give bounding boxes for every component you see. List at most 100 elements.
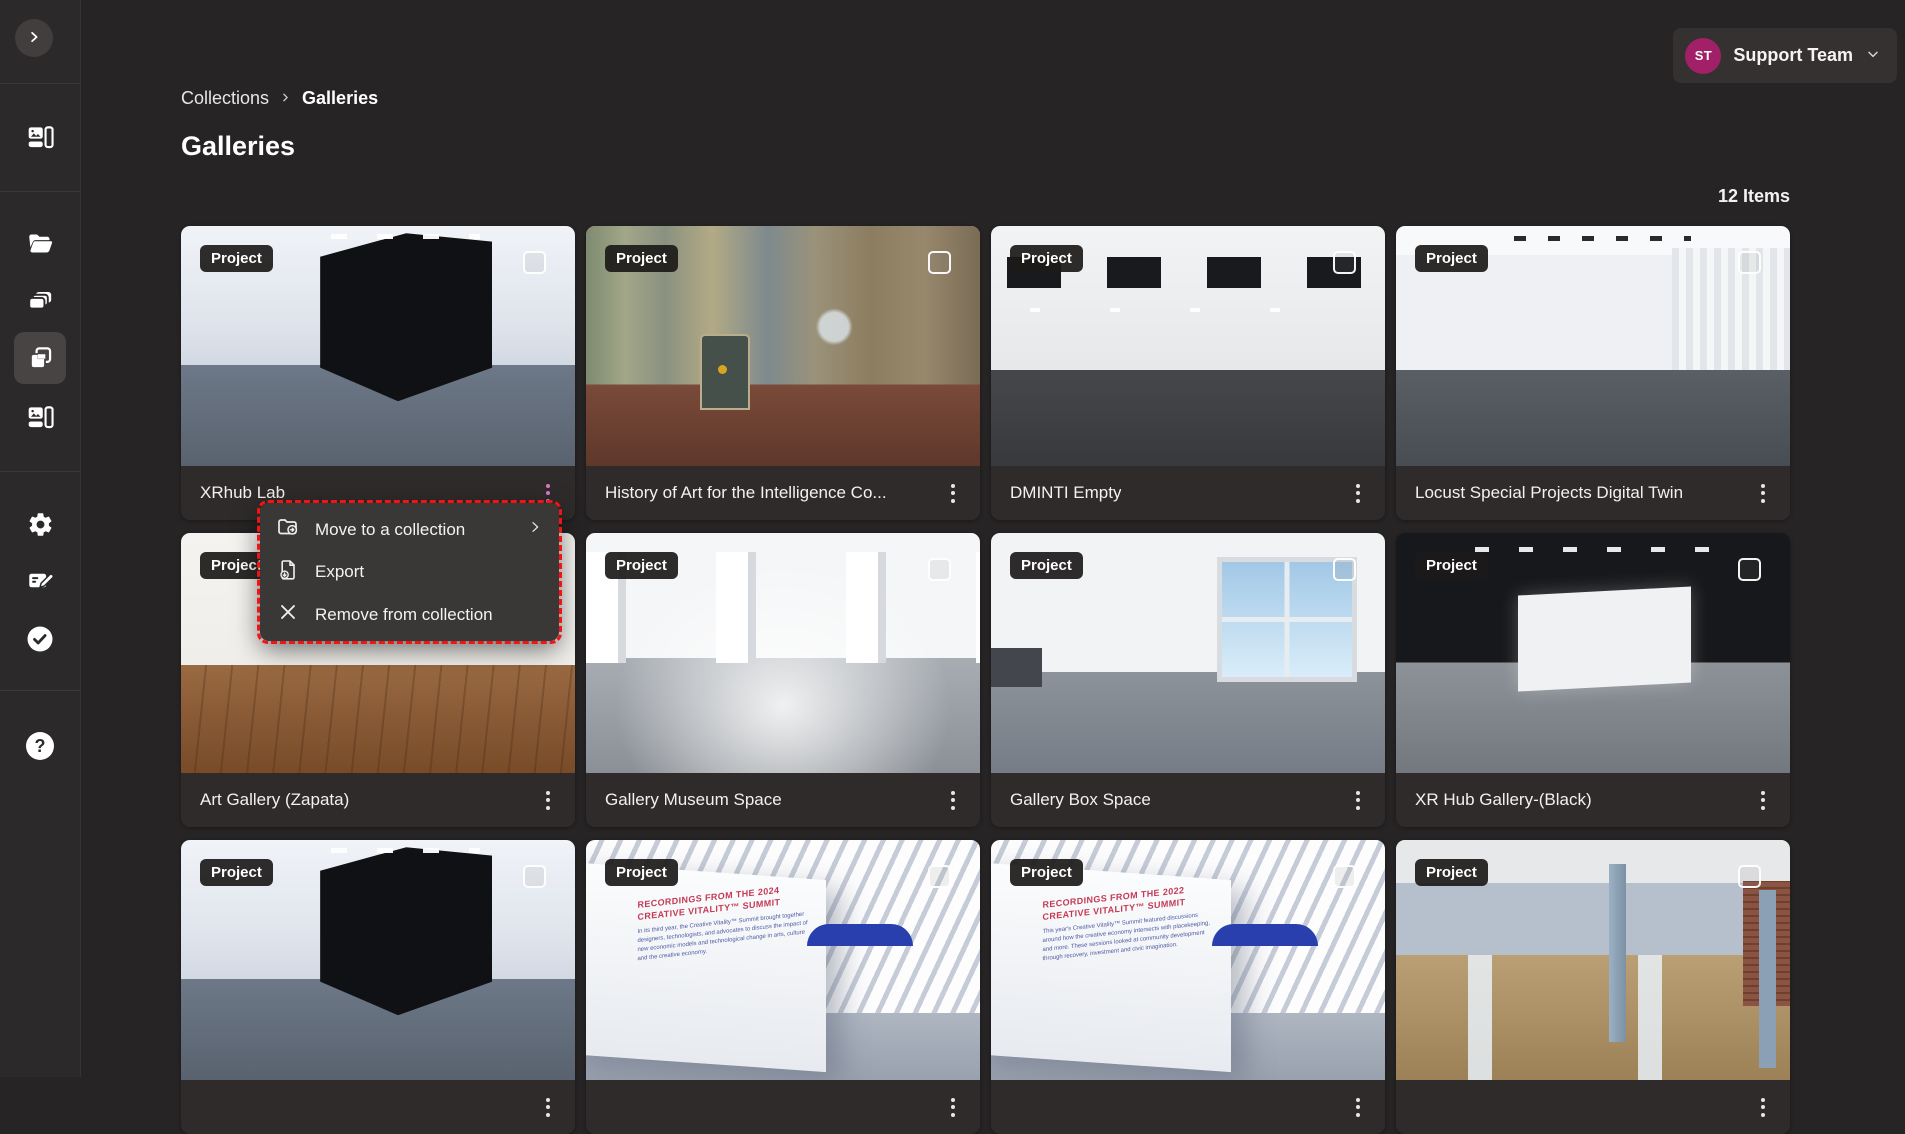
gallery-card: Project [1396, 840, 1790, 1134]
chevron-right-icon [279, 88, 292, 109]
card-select-checkbox[interactable] [1738, 251, 1761, 274]
sidebar: ? [0, 0, 81, 1077]
gallery-card: Project RECORDINGS FROM THE 2024 CREATIV… [586, 840, 980, 1134]
user-menu-button[interactable]: ST Support Team [1673, 28, 1897, 83]
card-thumbnail[interactable]: Project [1396, 533, 1790, 773]
card-select-checkbox[interactable] [1333, 558, 1356, 581]
project-badge: Project [1010, 552, 1083, 579]
card-thumbnail[interactable]: Project [181, 226, 575, 466]
card-title-bar: History of Art for the Intelligence Co..… [586, 466, 980, 520]
project-badge: Project [1010, 245, 1083, 272]
card-select-checkbox[interactable] [1333, 251, 1356, 274]
thumbnail-overlay: RECORDINGS FROM THE 2024 CREATIVE VITALI… [638, 881, 810, 965]
gallery-card: Project DMINTI Empty [991, 226, 1385, 520]
gallery-grid: Project XRhub Lab Project History of Art… [181, 226, 1790, 1134]
card-title-bar: Art Gallery (Zapata) [181, 773, 575, 827]
kebab-menu-button[interactable] [1748, 474, 1778, 512]
media-dashboard-icon-2 [27, 404, 54, 431]
sidebar-toggle-button[interactable] [15, 19, 53, 57]
card-title-bar: XR Hub Gallery-(Black) [1396, 773, 1790, 827]
project-badge: Project [1010, 859, 1083, 886]
menu-item-export[interactable]: Export [260, 552, 559, 592]
project-badge: Project [200, 245, 273, 272]
card-title: DMINTI Empty [1010, 483, 1121, 503]
kebab-menu-button[interactable] [938, 1088, 968, 1126]
sidebar-item-scenes[interactable] [14, 275, 66, 327]
thumbnail-overlay: RECORDINGS FROM THE 2022 CREATIVE VITALI… [1043, 881, 1215, 965]
sidebar-item-settings[interactable] [14, 498, 66, 550]
menu-item-move-to-collection[interactable]: Move to a collection [260, 510, 559, 550]
gallery-card: Project Gallery Box Space [991, 533, 1385, 827]
project-badge: Project [200, 859, 273, 886]
card-title: History of Art for the Intelligence Co..… [605, 483, 887, 503]
gear-icon [27, 511, 54, 538]
gallery-card: Project Gallery Museum Space [586, 533, 980, 827]
check-circle-icon [25, 624, 55, 654]
breadcrumb-collections-link[interactable]: Collections [181, 88, 269, 109]
copy-collections-icon [27, 345, 54, 372]
user-menu-label: Support Team [1733, 45, 1853, 66]
sidebar-item-collections[interactable] [14, 332, 66, 384]
gallery-card: Project XR Hub Gallery-(Black) [1396, 533, 1790, 827]
breadcrumb-current: Galleries [302, 88, 378, 109]
chevron-right-icon [527, 519, 543, 540]
sidebar-divider [0, 191, 80, 192]
sidebar-item-folder[interactable] [14, 217, 66, 269]
project-badge: Project [605, 859, 678, 886]
card-title-bar: DMINTI Empty [991, 466, 1385, 520]
card-select-checkbox[interactable] [1738, 865, 1761, 888]
card-title: Locust Special Projects Digital Twin [1415, 483, 1683, 503]
context-menu: Move to a collection Export Remove from … [260, 503, 559, 641]
card-title-bar: Gallery Box Space [991, 773, 1385, 827]
card-title: Gallery Box Space [1010, 790, 1151, 810]
card-thumbnail[interactable]: Project [586, 226, 980, 466]
project-badge: Project [1415, 245, 1488, 272]
card-thumbnail[interactable]: Project [1396, 840, 1790, 1080]
card-select-checkbox[interactable] [1333, 865, 1356, 888]
kebab-menu-button[interactable] [1343, 781, 1373, 819]
card-title-bar [1396, 1080, 1790, 1134]
media-dashboard-icon [27, 124, 54, 151]
kebab-menu-button[interactable] [533, 781, 563, 819]
sidebar-divider [0, 83, 80, 84]
card-select-checkbox[interactable] [1738, 558, 1761, 581]
card-title: XRhub Lab [200, 483, 285, 503]
menu-item-remove-from-collection[interactable]: Remove from collection [260, 595, 559, 635]
kebab-menu-button[interactable] [938, 474, 968, 512]
kebab-menu-button[interactable] [1343, 1088, 1373, 1126]
kebab-menu-button[interactable] [1748, 781, 1778, 819]
card-thumbnail[interactable]: Project [1396, 226, 1790, 466]
card-title-bar: Gallery Museum Space [586, 773, 980, 827]
sidebar-item-feedback[interactable] [14, 554, 66, 606]
kebab-menu-button[interactable] [533, 1088, 563, 1126]
kebab-menu-button[interactable] [938, 781, 968, 819]
card-thumbnail[interactable]: Project [181, 840, 575, 1080]
card-select-checkbox[interactable] [928, 251, 951, 274]
export-file-icon [276, 558, 300, 587]
card-thumbnail[interactable]: Project [991, 533, 1385, 773]
card-thumbnail[interactable]: Project RECORDINGS FROM THE 2022 CREATIV… [991, 840, 1385, 1080]
sidebar-item-media-dashboard[interactable] [14, 111, 66, 163]
gallery-card: Project XRhub Lab [181, 226, 575, 520]
card-thumbnail[interactable]: Project [586, 533, 980, 773]
card-title: XR Hub Gallery-(Black) [1415, 790, 1592, 810]
card-title-bar [181, 1080, 575, 1134]
sidebar-item-galleries[interactable] [14, 391, 66, 443]
sidebar-item-help[interactable]: ? [14, 720, 66, 772]
project-badge: Project [605, 552, 678, 579]
menu-item-label: Remove from collection [315, 605, 543, 625]
folder-move-icon [276, 515, 300, 544]
card-thumbnail[interactable]: Project RECORDINGS FROM THE 2024 CREATIV… [586, 840, 980, 1080]
card-select-checkbox[interactable] [523, 251, 546, 274]
card-select-checkbox[interactable] [523, 865, 546, 888]
card-select-checkbox[interactable] [928, 865, 951, 888]
gallery-card: Project [181, 840, 575, 1134]
kebab-menu-button[interactable] [1343, 474, 1373, 512]
sidebar-item-tasks[interactable] [14, 613, 66, 665]
kebab-menu-button[interactable] [1748, 1088, 1778, 1126]
breadcrumb: Collections Galleries [181, 88, 378, 109]
card-thumbnail[interactable]: Project [991, 226, 1385, 466]
avatar: ST [1685, 38, 1721, 74]
card-select-checkbox[interactable] [928, 558, 951, 581]
card-title-bar [991, 1080, 1385, 1134]
